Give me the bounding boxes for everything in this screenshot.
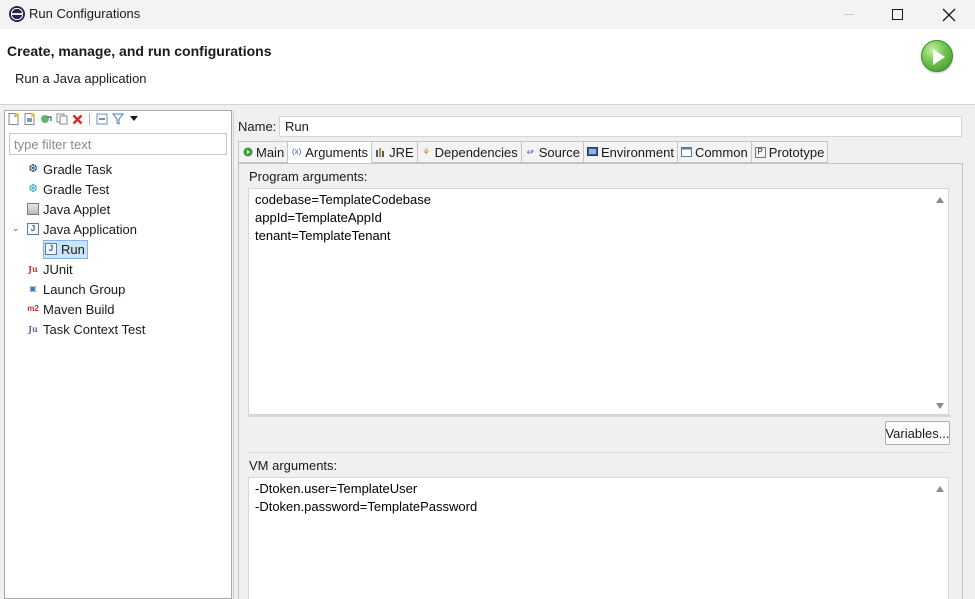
minimize-button[interactable]: [826, 0, 872, 29]
run-icon: [921, 40, 953, 72]
tab-label: Prototype: [768, 144, 825, 160]
program-args-scrollbar[interactable]: [932, 188, 949, 415]
pane-splitter[interactable]: [233, 110, 234, 599]
tree-item-java-applet[interactable]: Java Applet: [27, 199, 145, 219]
toolbar-separator: [89, 113, 90, 125]
config-name-input[interactable]: [279, 116, 962, 137]
tab-jre[interactable]: JRE: [372, 141, 418, 163]
jre-tab-icon: [375, 147, 386, 158]
new-config-icon[interactable]: [7, 113, 20, 126]
launch-group-icon: ▣: [29, 284, 37, 293]
gradle-task-icon: ❆: [28, 162, 38, 175]
tree-item-label: Java Application: [43, 221, 137, 237]
filter-icon[interactable]: [111, 113, 124, 126]
variables-button[interactable]: Variables...: [885, 421, 950, 445]
filter-input[interactable]: [9, 133, 227, 155]
program-args-label: Program arguments:: [249, 169, 368, 184]
tree-item-label: Run: [61, 241, 85, 257]
tree-item-java-application[interactable]: J Java Application: [27, 219, 145, 239]
tree-item-label: Gradle Test: [43, 181, 110, 197]
task-context-test-icon: Ju: [28, 324, 38, 334]
header-subtitle: Run a Java application: [15, 71, 147, 86]
window-title: Run Configurations: [29, 6, 141, 21]
maximize-icon: [891, 9, 903, 20]
scroll-up-icon[interactable]: [936, 486, 944, 492]
main-tab-icon: [242, 147, 253, 158]
scroll-up-icon[interactable]: [936, 197, 944, 203]
tab-label: Common: [694, 144, 748, 160]
scroll-down-icon[interactable]: [936, 403, 944, 409]
tree-item-maven-build[interactable]: m2 Maven Build: [27, 299, 145, 319]
tab-label: JRE: [389, 144, 414, 160]
common-tab-icon: [680, 147, 692, 158]
tree-item-label: Maven Build: [43, 301, 115, 317]
tree-item-gradle-task[interactable]: ❆ Gradle Task: [27, 159, 145, 179]
junit-icon: Ju: [28, 264, 38, 274]
tab-main[interactable]: Main: [238, 141, 289, 163]
selected-config[interactable]: J Run: [43, 239, 88, 259]
new-prototype-icon[interactable]: [23, 113, 36, 126]
collapse-all-icon[interactable]: [95, 113, 108, 126]
tab-environment[interactable]: Environment: [583, 141, 678, 163]
config-toolbar: [7, 112, 140, 126]
tree-item-launch-group[interactable]: ▣ Launch Group: [27, 279, 145, 299]
arguments-tab-icon: (x): [292, 147, 302, 156]
prototype-tab-icon: P: [754, 146, 766, 158]
vm-args-label: VM arguments:: [249, 458, 338, 473]
java-application-icon: J: [27, 223, 39, 235]
close-button[interactable]: [926, 0, 972, 29]
tree-item-run[interactable]: J Run: [27, 239, 145, 259]
delete-icon[interactable]: [71, 113, 84, 126]
export-icon[interactable]: [39, 113, 52, 126]
close-icon: [942, 8, 956, 21]
tree-item-label: Java Applet: [43, 201, 111, 217]
tab-common[interactable]: Common: [677, 141, 752, 163]
chevron-down-icon[interactable]: ⌄: [12, 223, 20, 234]
config-tabs: Main (x) Arguments JRE ⚘ Dependencies ↫ …: [238, 141, 829, 163]
tab-dependencies[interactable]: ⚘ Dependencies: [417, 141, 522, 163]
tree-item-label: Launch Group: [43, 281, 126, 297]
maven-icon: m2: [27, 304, 39, 313]
tree-item-label: Task Context Test: [43, 321, 146, 337]
section-divider: [248, 452, 951, 453]
tab-arguments[interactable]: (x) Arguments: [288, 141, 373, 163]
tab-source[interactable]: ↫ Source: [521, 141, 584, 163]
eclipse-app-icon: [9, 6, 25, 22]
tree-item-gradle-test[interactable]: ❆ Gradle Test: [27, 179, 145, 199]
tree-item-junit[interactable]: Ju JUnit: [27, 259, 145, 279]
args-divider: [248, 415, 951, 417]
maximize-button[interactable]: [874, 0, 920, 29]
tab-label: Dependencies: [434, 144, 518, 160]
name-label: Name:: [238, 119, 277, 134]
source-tab-icon: ↫: [526, 146, 535, 157]
header-title: Create, manage, and run configurations: [7, 43, 272, 59]
vm-args-textarea[interactable]: -Dtoken.user=TemplateUser -Dtoken.passwo…: [248, 477, 934, 599]
minimize-icon: [844, 14, 854, 15]
java-applet-icon: [27, 203, 39, 215]
java-run-config-icon: J: [45, 243, 57, 255]
dialog-header: [0, 29, 975, 104]
tab-label: Arguments: [305, 144, 369, 160]
tab-label: Environment: [600, 144, 674, 160]
view-menu-icon[interactable]: [127, 113, 140, 126]
tab-label: Main: [256, 144, 285, 160]
duplicate-icon[interactable]: [55, 113, 68, 126]
tab-prototype[interactable]: P Prototype: [751, 141, 829, 163]
tree-item-task-context-test[interactable]: Ju Task Context Test: [27, 319, 145, 339]
tab-label: Source: [538, 144, 580, 160]
dependencies-tab-icon: ⚘: [422, 146, 431, 157]
tree-item-label: Gradle Task: [43, 161, 113, 177]
config-tree: ❆ Gradle Task ❆ Gradle Test Java Applet …: [27, 159, 145, 339]
vm-args-scrollbar[interactable]: [932, 477, 949, 599]
environment-tab-icon: [586, 147, 598, 158]
tree-item-label: JUnit: [43, 261, 73, 277]
program-args-textarea[interactable]: codebase=TemplateCodebase appId=Template…: [248, 188, 934, 415]
gradle-test-icon: ❆: [28, 182, 38, 195]
